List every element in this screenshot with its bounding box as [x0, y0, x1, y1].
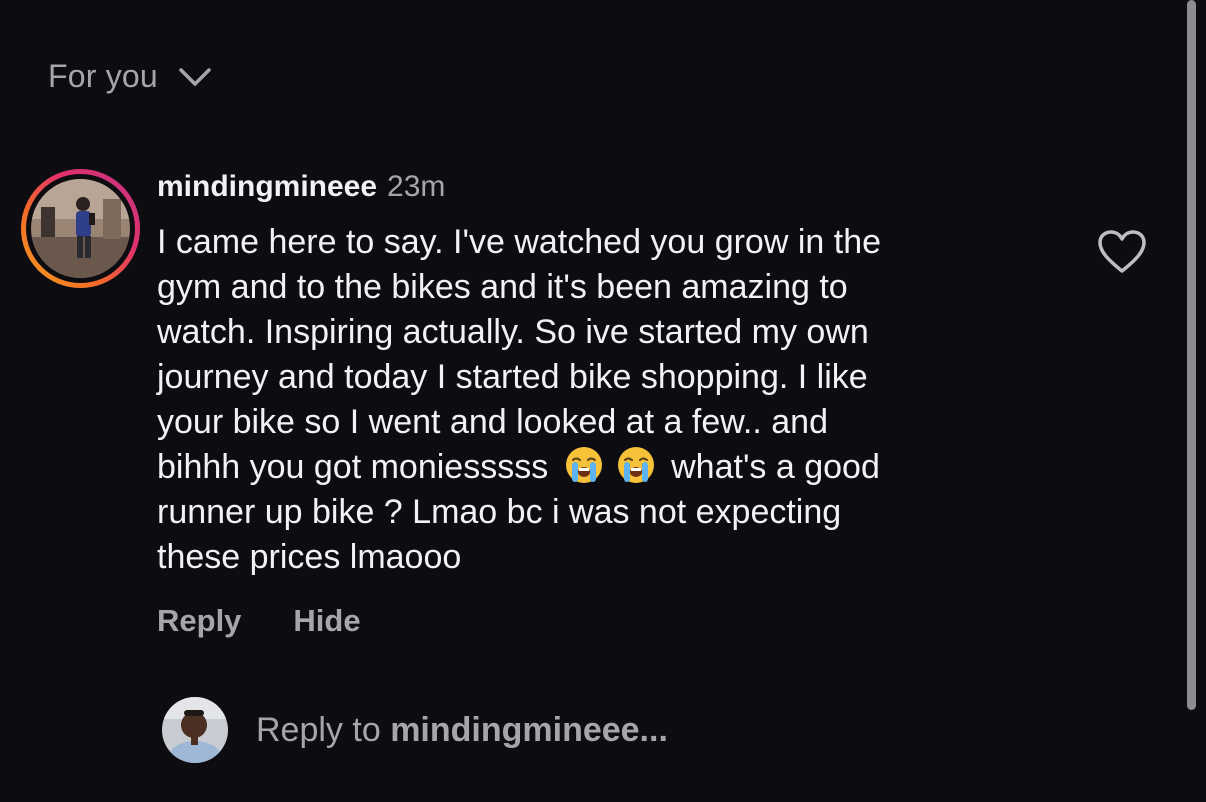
commenter-avatar[interactable] — [21, 169, 140, 288]
reply-placeholder-prefix: Reply to — [256, 711, 391, 749]
comment-line: runner up bike ? Lmao bc i was not expec… — [157, 493, 842, 531]
comment-username[interactable]: mindingmineee — [157, 170, 377, 203]
comment-timestamp: 23m — [387, 170, 446, 203]
feed-title: For you — [48, 58, 158, 94]
comment-actions: Reply Hide — [157, 603, 361, 639]
comment-line: journey and today I started bike shoppin… — [157, 358, 868, 396]
comment-line: watch. Inspiring actually. So ive starte… — [157, 313, 869, 351]
scrollbar[interactable] — [1187, 0, 1196, 710]
comment-line: your bike so I went and looked at a few.… — [157, 403, 828, 441]
comment-line: gym and to the bikes and it's been amazi… — [157, 268, 848, 306]
current-user-avatar — [162, 697, 228, 763]
comment-text-segment: bihhh you got moniesssss — [157, 448, 549, 486]
reply-button[interactable]: Reply — [157, 603, 241, 639]
reply-input[interactable]: Reply to mindingmineee... — [256, 708, 668, 752]
comment-line-with-emoji: bihhh you got moniesssss what's a good — [157, 445, 1057, 490]
like-button[interactable] — [1097, 229, 1147, 275]
heart-outline-icon — [1098, 230, 1146, 273]
comment-line: these prices lmaooo — [157, 538, 462, 576]
comment-text-segment: what's a good — [671, 448, 880, 486]
comment-line: I came here to say. I've watched you gro… — [157, 223, 882, 261]
comment-body: I came here to say. I've watched you gro… — [157, 220, 1057, 580]
chevron-down-icon — [178, 66, 212, 88]
feed-selector[interactable]: For you — [48, 58, 212, 95]
reply-placeholder-target: mindingmineee... — [390, 711, 668, 749]
commenter-avatar-image — [31, 179, 130, 278]
loudly-crying-face-icon — [616, 445, 656, 485]
hide-button[interactable]: Hide — [293, 603, 360, 639]
comment-meta: mindingmineee 23m — [157, 168, 445, 206]
story-ring-gap — [26, 174, 135, 283]
loudly-crying-face-icon — [564, 445, 604, 485]
